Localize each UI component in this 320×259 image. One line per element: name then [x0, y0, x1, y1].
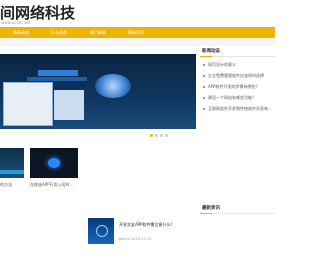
news-item-label: 互联网软件开发和传统软件开发有... [208, 106, 272, 111]
article-card[interactable]: 开发交友APP软件需注意什么？ admin 2019-07-21 [88, 218, 188, 246]
sidebar-accent-mark [200, 56, 212, 57]
article-title[interactable]: 开发交友APP软件需注意什么？ [119, 222, 183, 228]
slider-banner-graphic [38, 70, 78, 76]
sidebar-accent-mark [200, 213, 212, 214]
news-item-label: 网页设计的意义 [208, 62, 236, 67]
slider-banner-subgraphic [27, 77, 87, 81]
news-item[interactable]: 企业免费管理软件应该如何选择 [203, 73, 264, 79]
sidebar-news-title: 新闻动态 [202, 49, 220, 54]
nav-item-news[interactable]: 新闻动态 [13, 27, 29, 38]
slider-dot[interactable] [160, 134, 163, 137]
bullet-icon [203, 64, 205, 66]
article-meta: admin 2019-07-21 [119, 237, 152, 241]
bullet-icon [203, 86, 205, 88]
bullet-icon [203, 75, 205, 77]
main-nav: 新闻动态 行业动态 热门新闻 最新资讯 [0, 27, 275, 38]
article-thumb-graphic [96, 225, 108, 237]
slider-orb-graphic [95, 74, 131, 98]
news-item[interactable]: 建设一个网站有哪些功能？ [203, 95, 256, 101]
slider-panel-graphic [54, 90, 84, 120]
article-thumb[interactable] [88, 218, 114, 244]
slider-dot[interactable] [165, 134, 168, 137]
sidebar-latest-title: 最新资讯 [202, 206, 220, 211]
thumb-caption-1[interactable]: 的方法 [0, 182, 12, 188]
thumb-image-bar [0, 170, 24, 174]
news-item-label: 企业免费管理软件应该如何选择 [208, 73, 264, 78]
hero-slider[interactable] [0, 54, 196, 129]
bullet-icon [203, 108, 205, 110]
nav-item-hot[interactable]: 热门新闻 [90, 27, 106, 38]
nav-item-latest[interactable]: 最新资讯 [128, 27, 144, 38]
news-item-label: APP软件开发的步骤有哪些？ [208, 84, 260, 89]
news-item[interactable]: APP软件开发的步骤有哪些？ [203, 84, 260, 90]
news-item-label: 建设一个网站有哪些功能？ [208, 95, 256, 100]
nav-spacer [0, 38, 275, 46]
thumb-image-1[interactable] [0, 148, 24, 178]
network-hub-graphic [48, 158, 60, 168]
site-url: www.ucser.net [1, 20, 31, 25]
thumb-caption-2[interactable]: 在挑选APP开发公司时... [30, 182, 73, 188]
nav-item-industry[interactable]: 行业动态 [51, 27, 67, 38]
slider-dots [150, 122, 170, 141]
slider-dot[interactable] [155, 134, 158, 137]
slider-screen-graphic [3, 82, 53, 126]
news-item[interactable]: 网页设计的意义 [203, 62, 236, 68]
slider-dot[interactable] [150, 134, 153, 137]
news-item[interactable]: 互联网软件开发和传统软件开发有... [203, 106, 272, 112]
bullet-icon [203, 97, 205, 99]
thumb-image-2[interactable] [30, 148, 78, 178]
